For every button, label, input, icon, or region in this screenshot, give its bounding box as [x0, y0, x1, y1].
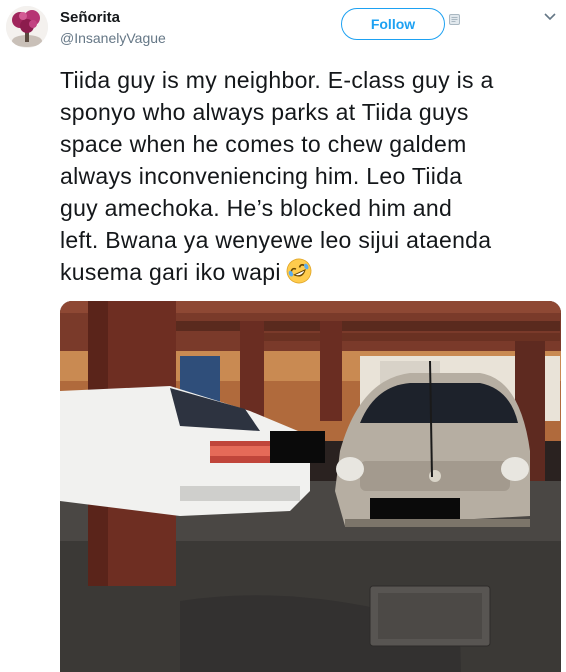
- tweet-photo[interactable]: [60, 301, 561, 672]
- avatar[interactable]: [6, 6, 48, 48]
- rolling-on-floor-laughing-emoji: [285, 257, 313, 285]
- tweet-text-line: left. Bwana ya wenyewe leo sijui ataenda: [60, 227, 492, 253]
- parking-photo: [60, 301, 561, 672]
- chevron-down-icon[interactable]: [543, 12, 557, 22]
- user-handle[interactable]: @InsanelyVague: [60, 30, 166, 46]
- tweet-text: Tiida guy is my neighbor. E-class guy is…: [60, 64, 550, 288]
- tweet-card: Señorita @InsanelyVague Follow Tiida guy…: [0, 0, 566, 672]
- user-name[interactable]: Señorita: [60, 9, 120, 26]
- tweet-text-line: guy amechoka. He’s blocked him and: [60, 195, 453, 221]
- tweet-text-line: sponyo who always parks at Tiida guys: [60, 99, 469, 125]
- twitter-follow-icon: [449, 14, 460, 25]
- follow-button[interactable]: Follow: [341, 8, 445, 40]
- tweet-text-last-line: kusema gari iko wapi: [60, 256, 550, 288]
- tweet-text-line: space when he comes to chew galdem: [60, 131, 467, 157]
- tweet-text-line: Tiida guy is my neighbor. E-class guy is…: [60, 67, 494, 93]
- tweet-text-line: always inconveniencing him. Leo Tiida: [60, 163, 463, 189]
- tweet-text-line: kusema gari iko wapi: [60, 259, 281, 285]
